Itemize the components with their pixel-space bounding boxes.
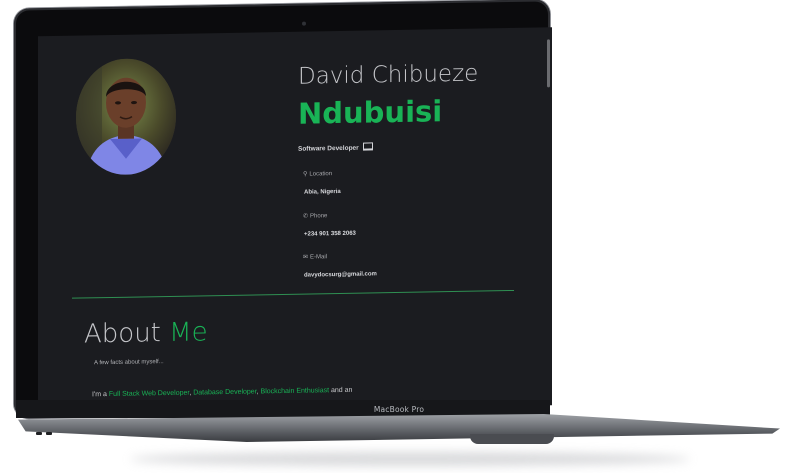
usb-port-icon bbox=[36, 432, 42, 435]
laptop-shadow bbox=[130, 452, 690, 466]
bio-link-database[interactable]: Database Developer bbox=[193, 388, 256, 396]
about-bio: I'm a Full Stack Web Developer, Database… bbox=[92, 387, 352, 399]
role-text: Software Developer bbox=[298, 144, 359, 153]
email-label-row: ✉ E-Mail bbox=[303, 253, 327, 260]
section-divider bbox=[72, 289, 514, 299]
profile-role: Software Developer bbox=[298, 142, 373, 153]
phone-value[interactable]: +234 901 358 2063 bbox=[304, 231, 356, 238]
location-value: Abia, Nigeria bbox=[304, 188, 341, 196]
map-pin-icon: ⚲ bbox=[303, 171, 308, 178]
location-label: Location bbox=[309, 171, 333, 178]
laptop-notch bbox=[470, 434, 554, 444]
usb-port-icon bbox=[46, 432, 52, 435]
email-label: E-Mail bbox=[310, 254, 328, 261]
bio-prefix: I'm a bbox=[92, 391, 109, 399]
phone-label: Phone bbox=[310, 213, 328, 220]
bio-link-fullstack[interactable]: Full Stack Web Developer bbox=[109, 390, 189, 398]
laptop-base bbox=[18, 414, 780, 442]
about-heading-part2: Me bbox=[169, 317, 208, 348]
envelope-icon: ✉ bbox=[303, 254, 309, 261]
profile-avatar bbox=[76, 57, 176, 176]
bio-suffix: and an bbox=[329, 386, 353, 395]
about-subtitle: A few facts about myself... bbox=[94, 359, 164, 367]
email-value[interactable]: davydocsurg@gmail.com bbox=[304, 271, 377, 278]
phone-label-row: ✆ Phone bbox=[303, 212, 327, 219]
location-label-row: ⚲ Location bbox=[303, 170, 332, 178]
profile-first-name: David Chibueze bbox=[298, 60, 479, 90]
laptop-icon bbox=[362, 142, 373, 151]
device-label: MacBook Pro bbox=[373, 405, 425, 414]
camera-icon bbox=[302, 21, 306, 26]
laptop-screen: David Chibueze Ndubuisi Software Develop… bbox=[38, 27, 552, 415]
profile-last-name: Ndubuisi bbox=[298, 94, 443, 131]
about-heading-part1: About bbox=[84, 317, 170, 350]
about-heading: About Me bbox=[84, 317, 208, 349]
scrollbar[interactable] bbox=[547, 39, 550, 88]
phone-icon: ✆ bbox=[303, 213, 309, 220]
avatar-photo bbox=[76, 57, 176, 176]
bio-link-blockchain[interactable]: Blockchain Enthusiast bbox=[261, 387, 329, 395]
laptop-lid: David Chibueze Ndubuisi Software Develop… bbox=[14, 0, 552, 419]
